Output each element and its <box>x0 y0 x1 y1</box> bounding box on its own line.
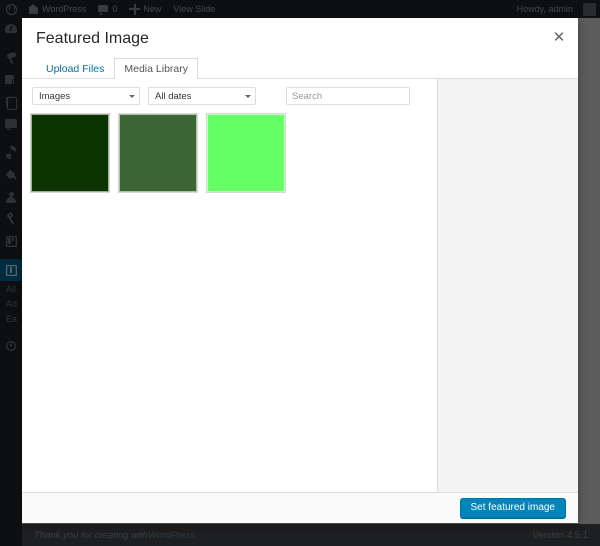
media-modal: ✕ Featured Image Upload Files Media Libr… <box>22 18 578 523</box>
tab-upload-files[interactable]: Upload Files <box>36 58 114 79</box>
media-date-filter-value: All dates <box>155 90 192 102</box>
tab-media-library[interactable]: Media Library <box>114 58 198 79</box>
attachment-details-sidebar <box>437 79 578 492</box>
attachment-thumbnail[interactable] <box>206 113 286 193</box>
modal-footer-toolbar: Set featured image <box>22 493 578 523</box>
chevron-down-icon <box>129 94 135 98</box>
chevron-down-icon <box>245 94 251 98</box>
modal-content: Images All dates <box>22 79 578 493</box>
media-date-filter-select[interactable]: All dates <box>148 87 256 105</box>
modal-backdrop[interactable]: ✕ Featured Image Upload Files Media Libr… <box>0 0 600 546</box>
media-toolbar: Images All dates <box>22 79 437 111</box>
attachments-grid <box>22 111 437 492</box>
media-router-tabs: Upload Files Media Library <box>22 57 578 79</box>
page-title: Featured Image <box>36 30 149 47</box>
attachment-thumbnail[interactable] <box>118 113 198 193</box>
modal-header: Featured Image Upload Files Media Librar… <box>22 18 578 79</box>
attachment-thumbnail[interactable] <box>30 113 110 193</box>
media-type-filter-value: Images <box>39 90 71 102</box>
media-type-filter-select[interactable]: Images <box>32 87 140 105</box>
set-featured-image-button[interactable]: Set featured image <box>459 498 566 518</box>
attachments-pane: Images All dates <box>22 79 437 492</box>
search-input[interactable] <box>286 87 410 105</box>
